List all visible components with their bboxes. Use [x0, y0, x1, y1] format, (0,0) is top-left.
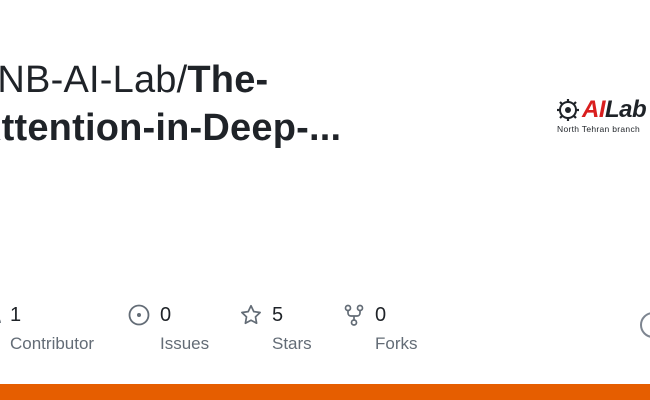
star-icon	[241, 304, 261, 325]
stat-contributors-value: 1	[10, 304, 22, 326]
stat-issues-label: Issues	[160, 334, 210, 353]
repo-name-part2: Attention-in-Deep-...	[0, 107, 342, 149]
logo-subtitle: North Tehran branch	[557, 124, 641, 134]
stat-stars-label: Stars	[272, 334, 312, 353]
stat-issues-value: 0	[160, 304, 172, 326]
logo-brand-lab: Lab	[605, 96, 647, 123]
issue-icon	[128, 304, 150, 326]
stat-forks-label: Forks	[375, 334, 418, 353]
fork-icon	[344, 304, 364, 326]
accent-bar	[0, 384, 650, 400]
gear-emblem-icon	[557, 99, 579, 121]
repo-name-part1: The-	[187, 59, 269, 101]
logo-brand: AILab	[582, 96, 647, 124]
repo-owner: TNB-AI-Lab/	[0, 59, 188, 101]
repo-title: TNB-AI-Lab/The- Attention-in-Deep-...	[0, 56, 444, 152]
repo-title-line1: TNB-AI-Lab/The-	[0, 56, 444, 104]
stat-forks-value: 0	[375, 304, 387, 326]
repo-stats: 1 Contributor 0 Issues 5 Stars 0 Forks	[0, 300, 650, 360]
org-logo: AILab North Tehran branch	[556, 96, 650, 140]
logo-brand-ai: AI	[582, 96, 606, 123]
people-icon	[0, 319, 1, 323]
stat-stars-value: 5	[272, 304, 284, 326]
stat-contributors-label: Contributor	[10, 334, 95, 353]
